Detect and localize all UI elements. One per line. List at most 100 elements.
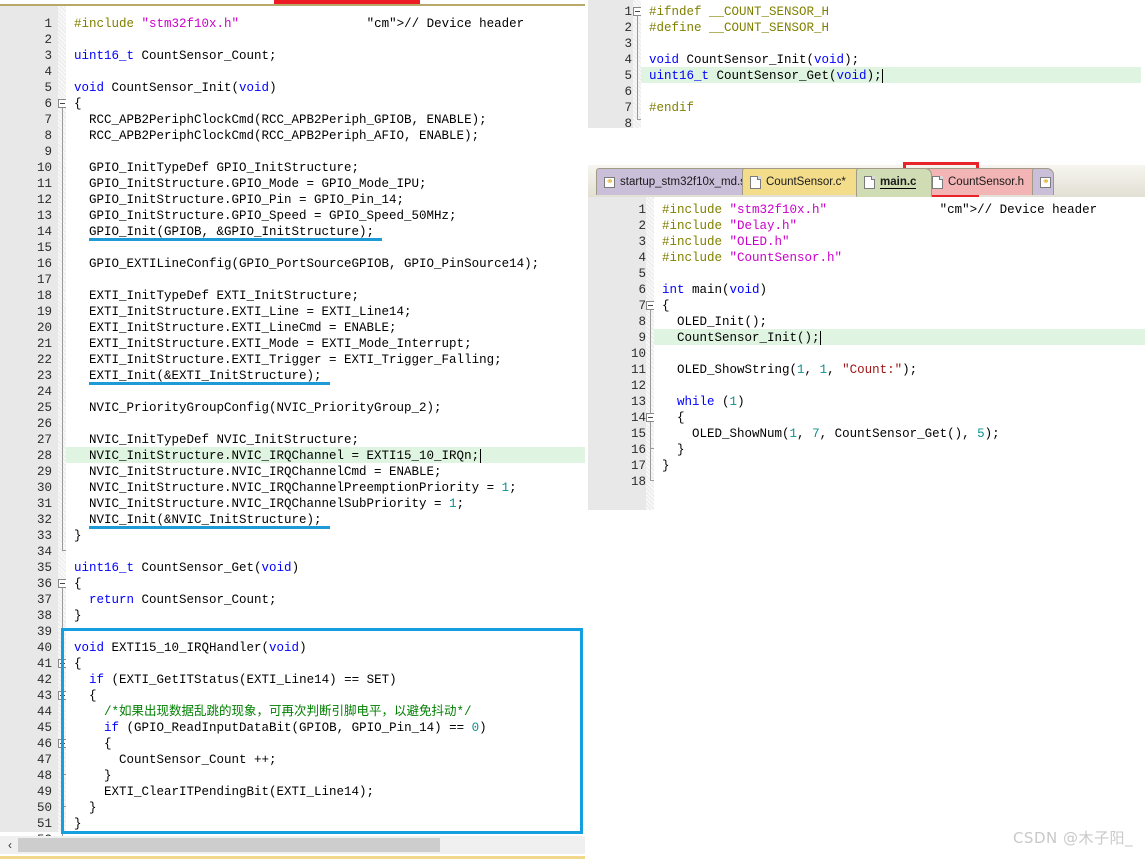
code-line[interactable]: EXTI_InitStructure.EXTI_Line = EXTI_Line… bbox=[74, 304, 412, 320]
fold-guide-line bbox=[650, 422, 651, 448]
code-line[interactable]: { bbox=[74, 688, 97, 704]
code-line[interactable]: RCC_APB2PeriphClockCmd(RCC_APB2Periph_GP… bbox=[74, 112, 487, 128]
code-line[interactable]: } bbox=[74, 528, 82, 544]
scrollbar-thumb[interactable] bbox=[18, 838, 440, 852]
code-line[interactable]: NVIC_InitStructure.NVIC_IRQChannelPreemp… bbox=[74, 480, 517, 496]
code-line[interactable]: #define __COUNT_SENSOR_H bbox=[649, 20, 829, 36]
code-line[interactable]: { bbox=[662, 410, 685, 426]
line-number: 40 bbox=[36, 641, 52, 655]
code-line[interactable]: void CountSensor_Init(void) bbox=[74, 80, 277, 96]
code-line[interactable]: EXTI_InitStructure.EXTI_Mode = EXTI_Mode… bbox=[74, 336, 472, 352]
code-line[interactable]: GPIO_InitTypeDef GPIO_InitStructure; bbox=[74, 160, 359, 176]
tab-label: CountSensor.h bbox=[948, 176, 1025, 188]
editor-tab-countsensor-h[interactable]: CountSensor.h bbox=[924, 168, 1040, 195]
code-line[interactable]: NVIC_InitStructure.NVIC_IRQChannel = EXT… bbox=[74, 448, 479, 464]
left-fold-strip[interactable] bbox=[58, 6, 67, 839]
line-number: 14 bbox=[630, 411, 646, 425]
line-number: 1 bbox=[624, 5, 632, 19]
left-code-area[interactable]: #include "stm32f10x.h" "cm">// Device he… bbox=[66, 6, 585, 832]
main-c-editor-panel[interactable]: ⚭ startup_stm32f10x_md.s CountSensor.c* mai… bbox=[588, 160, 1145, 510]
right-top-fold-strip[interactable] bbox=[633, 0, 642, 128]
line-number: 2 bbox=[624, 21, 632, 35]
code-line[interactable]: GPIO_InitStructure.GPIO_Mode = GPIO_Mode… bbox=[74, 176, 427, 192]
code-line[interactable]: return CountSensor_Count; bbox=[74, 592, 277, 608]
line-number: 5 bbox=[638, 267, 646, 281]
editor-tab-startup-stm32f10x-md-s[interactable]: ⚭ startup_stm32f10x_md.s bbox=[596, 168, 750, 195]
code-line[interactable]: } bbox=[74, 768, 112, 784]
code-line[interactable]: NVIC_InitTypeDef NVIC_InitStructure; bbox=[74, 432, 359, 448]
code-line[interactable]: } bbox=[662, 458, 670, 474]
document-icon bbox=[864, 176, 875, 189]
editor-tab-extra[interactable]: ⚭ bbox=[1032, 168, 1054, 195]
code-line[interactable]: RCC_APB2PeriphClockCmd(RCC_APB2Periph_AF… bbox=[74, 128, 479, 144]
line-number: 16 bbox=[630, 443, 646, 457]
code-line[interactable]: EXTI_InitStructure.EXTI_LineCmd = ENABLE… bbox=[74, 320, 397, 336]
code-line[interactable]: EXTI_ClearITPendingBit(EXTI_Line14); bbox=[74, 784, 374, 800]
code-line[interactable]: GPIO_InitStructure.GPIO_Speed = GPIO_Spe… bbox=[74, 208, 457, 224]
code-line[interactable]: #endif bbox=[649, 100, 694, 116]
blue-underline-annotation bbox=[89, 526, 330, 529]
code-line[interactable]: /*如果出现数据乱跳的现象，可再次判断引脚电平，以避免抖动*/ bbox=[74, 704, 472, 720]
right-top-code-area[interactable]: #ifndef __COUNT_SENSOR_H #define __COUNT_… bbox=[641, 0, 1145, 128]
code-line[interactable]: OLED_ShowString(1, 1, "Count:"); bbox=[662, 362, 917, 378]
document-icon bbox=[750, 175, 761, 189]
code-line[interactable]: } bbox=[74, 800, 97, 816]
line-number: 13 bbox=[36, 209, 52, 223]
code-line[interactable]: #ifndef __COUNT_SENSOR_H bbox=[649, 4, 829, 20]
line-number: 41 bbox=[36, 657, 52, 671]
code-line[interactable]: EXTI_InitStructure.EXTI_Trigger = EXTI_T… bbox=[74, 352, 502, 368]
line-number: 6 bbox=[624, 85, 632, 99]
code-line[interactable]: OLED_ShowNum(1, 7, CountSensor_Get(), 5)… bbox=[662, 426, 1000, 442]
code-line[interactable]: #include "OLED.h" bbox=[662, 234, 790, 250]
left-panel-bottom-accent bbox=[0, 856, 585, 859]
line-number: 12 bbox=[36, 193, 52, 207]
code-line[interactable]: NVIC_InitStructure.NVIC_IRQChannelCmd = … bbox=[74, 464, 442, 480]
right-bottom-fold-strip[interactable] bbox=[646, 197, 655, 510]
code-line[interactable]: } bbox=[74, 816, 82, 832]
editor-tab-main-c[interactable]: main.c bbox=[856, 168, 932, 197]
code-line[interactable]: #include "stm32f10x.h" "cm">// Device he… bbox=[74, 16, 524, 32]
code-line[interactable]: EXTI_InitTypeDef EXTI_InitStructure; bbox=[74, 288, 359, 304]
code-line[interactable]: uint16_t CountSensor_Get(void) bbox=[74, 560, 299, 576]
code-line[interactable]: OLED_Init(); bbox=[662, 314, 767, 330]
line-number: 11 bbox=[630, 363, 646, 377]
code-line[interactable]: { bbox=[74, 656, 82, 672]
code-line[interactable]: { bbox=[74, 736, 112, 752]
tab-label: startup_stm32f10x_md.s bbox=[620, 176, 746, 188]
code-line[interactable]: void CountSensor_Init(void); bbox=[649, 52, 859, 68]
line-number: 43 bbox=[36, 689, 52, 703]
code-line[interactable]: while (1) bbox=[662, 394, 745, 410]
scroll-left-arrow-icon[interactable]: ‹ bbox=[3, 837, 17, 853]
code-line[interactable]: CountSensor_Init(); bbox=[662, 330, 820, 346]
code-line[interactable]: } bbox=[662, 442, 685, 458]
main-c-body[interactable]: 1 2 3 4 5 6 7 8 9 10 11 12 13 14 15 16 17 18 #include "st… bbox=[588, 197, 1145, 510]
fold-guide-line bbox=[62, 748, 63, 774]
line-number: 17 bbox=[36, 273, 52, 287]
code-line[interactable]: GPIO_EXTILineConfig(GPIO_PortSourceGPIOB… bbox=[74, 256, 539, 272]
code-line[interactable]: uint16_t CountSensor_Count; bbox=[74, 48, 277, 64]
code-line[interactable]: if (EXTI_GetITStatus(EXTI_Line14) == SET… bbox=[74, 672, 397, 688]
code-line[interactable]: #include "CountSensor.h" bbox=[662, 250, 842, 266]
code-line[interactable]: uint16_t CountSensor_Get(void); bbox=[649, 68, 882, 84]
code-line[interactable]: NVIC_PriorityGroupConfig(NVIC_PriorityGr… bbox=[74, 400, 442, 416]
countsensor-h-editor-panel[interactable]: 1 2 3 4 5 6 7 8 #ifndef __COUNT_SENSOR_H #define… bbox=[588, 0, 1145, 131]
code-line[interactable]: NVIC_InitStructure.NVIC_IRQChannelSubPri… bbox=[74, 496, 464, 512]
line-number: 1 bbox=[44, 17, 52, 31]
code-line[interactable]: #include "Delay.h" bbox=[662, 218, 797, 234]
code-line[interactable]: GPIO_InitStructure.GPIO_Pin = GPIO_Pin_1… bbox=[74, 192, 404, 208]
code-line[interactable]: { bbox=[74, 576, 82, 592]
code-line[interactable]: int main(void) bbox=[662, 282, 767, 298]
code-line[interactable]: #include "stm32f10x.h" "cm">// Device he… bbox=[662, 202, 1097, 218]
countsensor-c-editor-panel[interactable]: 1 2 3 4 5 6 7 8 9 10 11 12 13 14 15 16 17 18 19 20 21 22 23 24 2… bbox=[0, 0, 585, 860]
right-bottom-code-area[interactable]: #include "stm32f10x.h" "cm">// Device he… bbox=[654, 197, 1145, 510]
code-line[interactable]: { bbox=[662, 298, 670, 314]
code-line[interactable]: { bbox=[74, 96, 82, 112]
left-horizontal-scrollbar[interactable]: ‹ bbox=[0, 836, 585, 854]
line-number: 19 bbox=[36, 305, 52, 319]
code-line[interactable]: } bbox=[74, 608, 82, 624]
code-line[interactable]: CountSensor_Count ++; bbox=[74, 752, 277, 768]
editor-tab-countsensor-c-[interactable]: CountSensor.c* bbox=[742, 168, 864, 195]
code-line[interactable]: if (GPIO_ReadInputDataBit(GPIOB, GPIO_Pi… bbox=[74, 720, 487, 736]
code-line[interactable]: void EXTI15_10_IRQHandler(void) bbox=[74, 640, 307, 656]
line-number: 37 bbox=[36, 593, 52, 607]
